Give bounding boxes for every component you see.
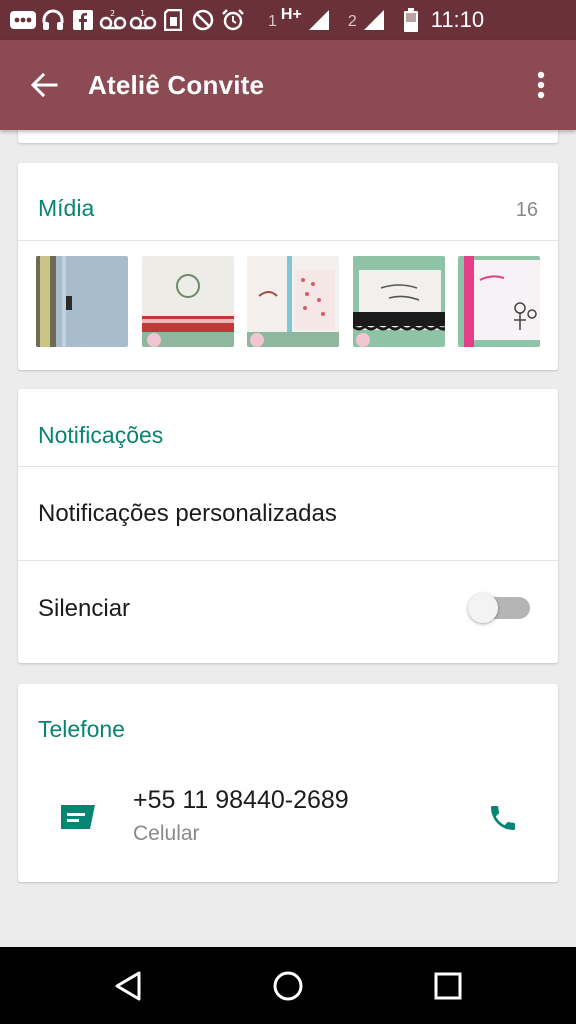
notifications-card: Notificações Notificações personalizadas… xyxy=(18,389,558,663)
overflow-menu-button[interactable] xyxy=(506,40,576,130)
do-not-disturb-icon xyxy=(188,0,218,40)
nav-home-button[interactable] xyxy=(238,947,338,1024)
media-thumb-3[interactable] xyxy=(247,256,339,347)
voicemail-icon xyxy=(8,0,38,40)
nav-recents-icon xyxy=(434,972,462,999)
sim1-label: 1 xyxy=(268,13,277,30)
mute-toggle-knob xyxy=(468,593,498,623)
sim-card-icon xyxy=(158,0,188,40)
headset-icon xyxy=(38,0,68,40)
mute-row[interactable]: Silenciar xyxy=(18,561,558,663)
svg-text:2: 2 xyxy=(110,10,115,18)
status-bar: 2 1 1 H+ 2 11:10 xyxy=(0,0,576,40)
message-icon xyxy=(61,805,95,829)
signal-icon-2 xyxy=(357,0,391,40)
facebook-icon xyxy=(68,0,98,40)
media-thumb-1[interactable] xyxy=(36,256,128,347)
back-button[interactable] xyxy=(0,40,88,130)
phone-card: Telefone +55 11 98440-2689 Celular xyxy=(18,684,558,882)
call-button[interactable] xyxy=(473,790,533,846)
network-type-label: H+ xyxy=(280,6,302,23)
voicemail1-icon: 1 xyxy=(128,0,158,40)
svg-text:1: 1 xyxy=(140,10,145,18)
nav-home-icon xyxy=(273,971,303,1000)
phone-type: Celular xyxy=(133,822,200,845)
mute-toggle[interactable] xyxy=(468,591,532,625)
voicemail2-icon: 2 xyxy=(98,0,128,40)
media-thumb-4[interactable] xyxy=(353,256,445,347)
phone-icon xyxy=(491,806,515,830)
custom-notifications-row[interactable]: Notificações personalizadas xyxy=(18,467,558,559)
media-thumb-2[interactable] xyxy=(142,256,234,347)
phone-title: Telefone xyxy=(38,716,125,742)
notifications-title: Notificações xyxy=(38,422,164,448)
media-thumb-5[interactable] xyxy=(458,256,540,347)
media-title: Mídia xyxy=(38,195,95,221)
app-bar: Ateliê Convite xyxy=(0,40,576,130)
media-card[interactable]: Mídia 16 xyxy=(18,163,558,370)
page-title: Ateliê Convite xyxy=(88,69,265,100)
nav-recents-button[interactable] xyxy=(398,947,498,1024)
nav-back-button[interactable] xyxy=(78,947,178,1024)
mute-label: Silenciar xyxy=(38,595,131,622)
phone-entry[interactable]: +55 11 98440-2689 Celular xyxy=(133,782,433,854)
signal-icon-1 xyxy=(302,0,336,40)
sim2-label: 2 xyxy=(347,13,357,30)
arrow-back-icon xyxy=(30,72,58,98)
media-divider xyxy=(18,240,558,241)
nav-back-icon xyxy=(115,971,141,1000)
navigation-bar xyxy=(0,947,576,1024)
clock: 11:10 xyxy=(430,7,485,32)
phone-number: +55 11 98440-2689 xyxy=(133,786,349,814)
message-button[interactable] xyxy=(48,790,108,846)
more-vert-icon xyxy=(537,71,545,99)
battery-icon xyxy=(399,0,423,40)
media-count: 16 xyxy=(515,199,538,221)
custom-notifications-label: Notificações personalizadas xyxy=(38,500,337,527)
alarm-icon xyxy=(218,0,248,40)
